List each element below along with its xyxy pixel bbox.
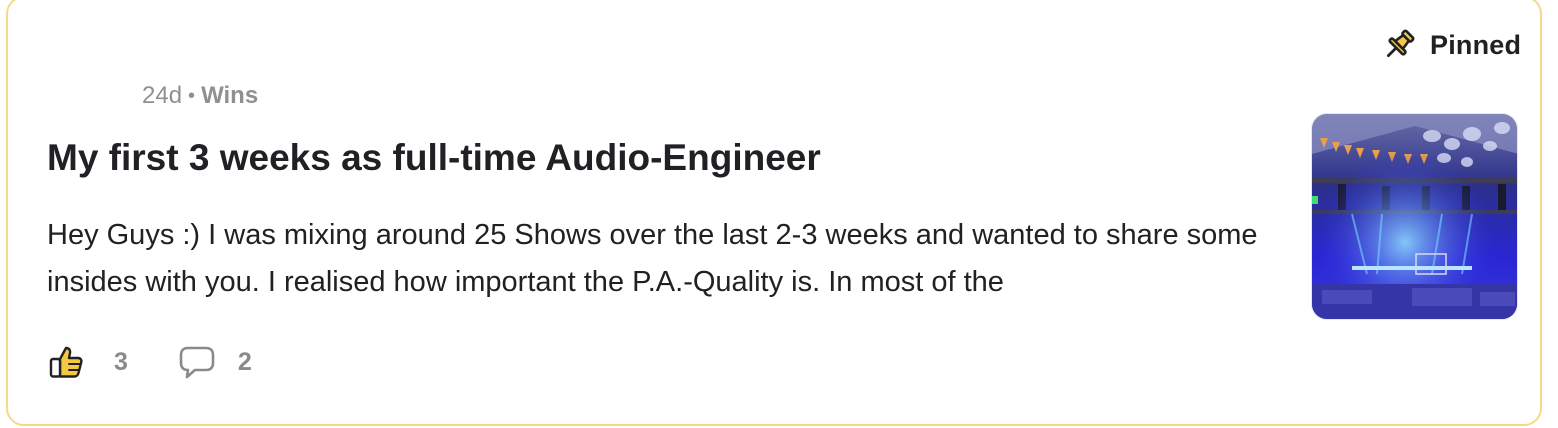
post-card[interactable]: Pinned 24d • Wins My first 3 weeks as fu…	[6, 0, 1542, 426]
comment-button[interactable]: 2	[178, 344, 252, 380]
pushpin-icon	[1382, 28, 1416, 62]
pinned-indicator: Pinned	[1382, 28, 1521, 62]
post-age: 24d	[142, 82, 183, 109]
post-category[interactable]: Wins	[201, 82, 258, 110]
post-meta: 24d • Wins	[142, 82, 258, 110]
post-actions: 3 2	[48, 344, 252, 380]
comment-count: 2	[237, 347, 252, 376]
like-button[interactable]: 3	[48, 344, 128, 380]
thumbs-up-icon[interactable]	[48, 344, 84, 380]
like-count: 3	[114, 347, 128, 376]
post-excerpt[interactable]: Hey Guys :) I was mixing around 25 Shows…	[47, 212, 1297, 306]
speech-bubble-icon[interactable]	[178, 344, 216, 380]
post-title[interactable]: My first 3 weeks as full-time Audio-Engi…	[47, 137, 821, 179]
meta-separator: •	[188, 84, 196, 107]
post-thumbnail[interactable]	[1311, 113, 1518, 320]
pinned-label: Pinned	[1430, 29, 1522, 60]
